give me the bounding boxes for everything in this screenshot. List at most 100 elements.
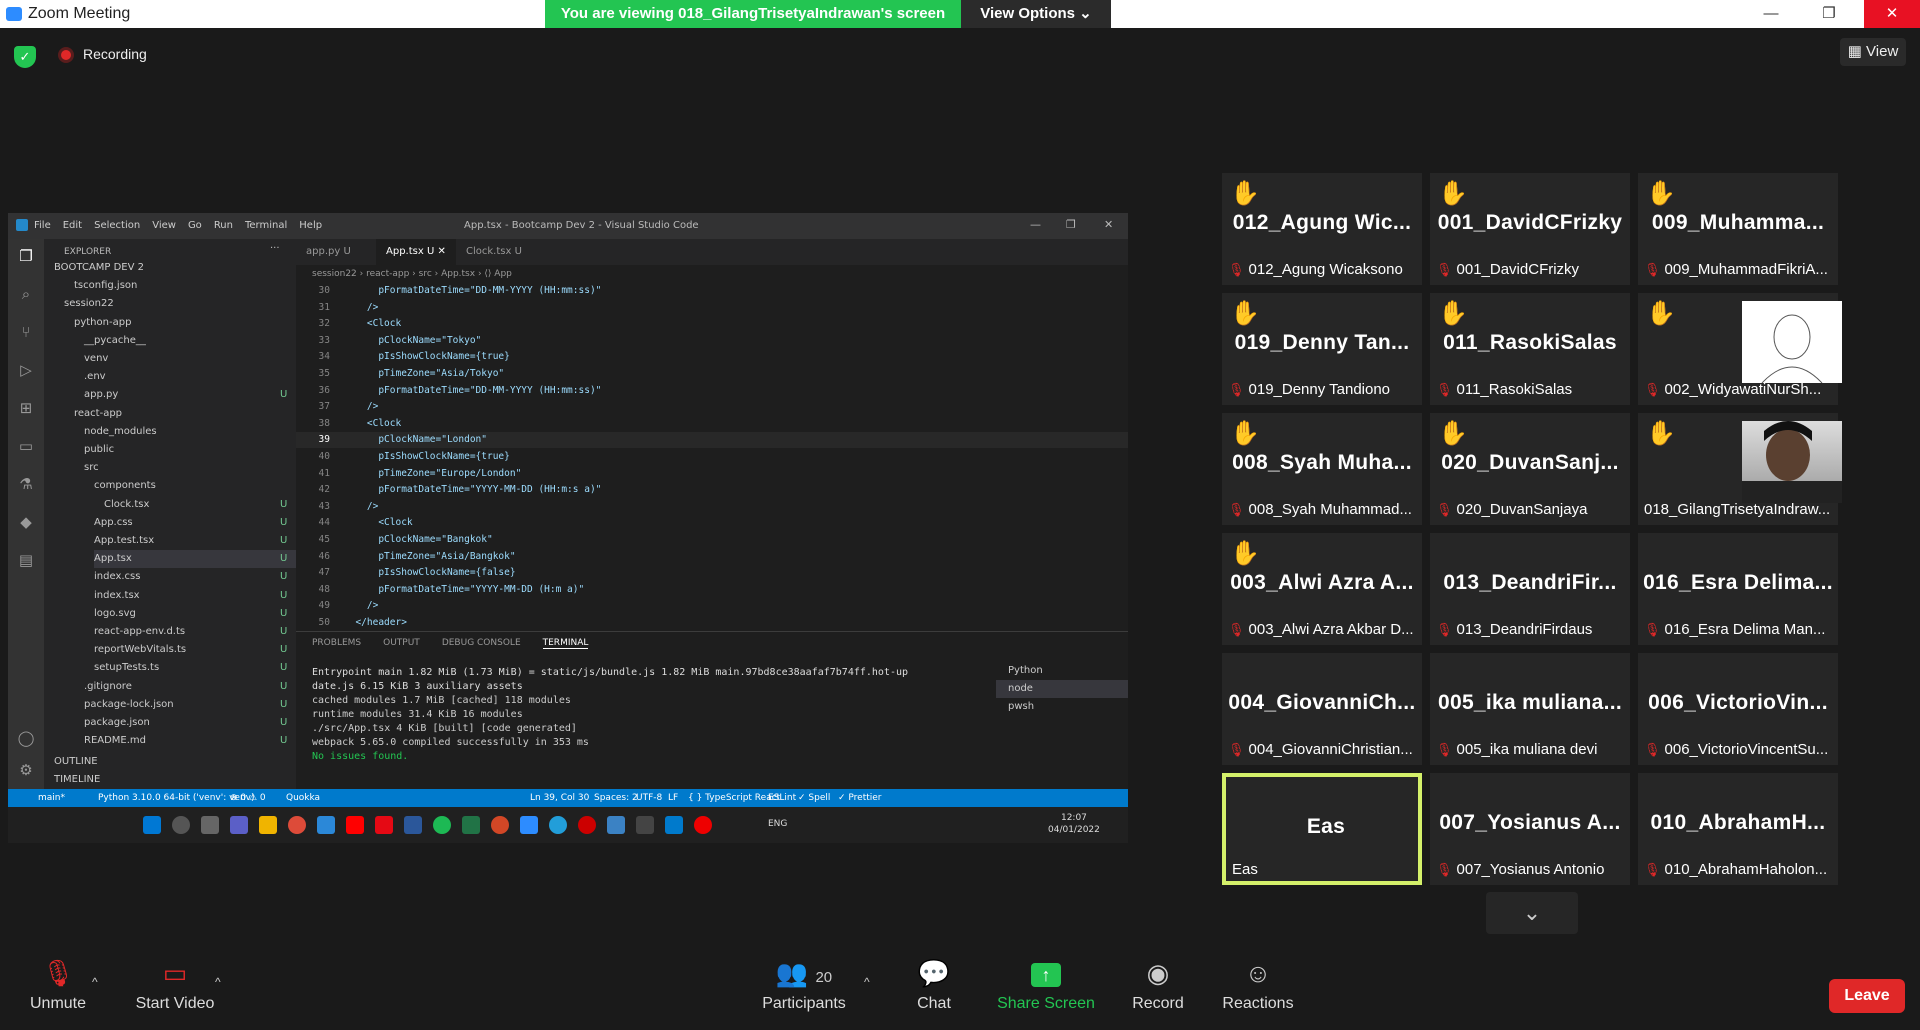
tab-app-tsx[interactable]: App.tsx U ✕ — [376, 239, 456, 265]
panel-tab: OUTPUT — [383, 638, 420, 648]
tab-app-py[interactable]: app.py U — [296, 239, 376, 265]
participant-tile[interactable]: ✋ 008_Syah Muha... 🎙 008_Syah Muhammad... — [1222, 413, 1422, 525]
explorer-item: index.tsx U — [94, 587, 287, 605]
vscode-menu-item: Run — [213, 220, 233, 231]
tray-language: ENG — [768, 819, 788, 829]
recording-label: Recording — [83, 46, 147, 62]
participant-tile[interactable]: 013_DeandriFir... 🎙 013_DeandriFirdaus — [1430, 533, 1630, 645]
status-spaces[interactable]: Spaces: 2 — [594, 789, 638, 807]
code-text: pFormatDateTime="DD-MM-YYYY (HH:mm:ss)" — [344, 285, 602, 296]
status-position[interactable]: Ln 39, Col 30 — [530, 789, 589, 807]
participant-name-label: 🎙 003_Alwi Azra Akbar D... — [1228, 621, 1418, 638]
remote-icon: ▭ — [18, 437, 34, 455]
explorer-item-label: react-app — [74, 407, 123, 419]
view-button[interactable]: ▦ View — [1840, 38, 1906, 66]
code-text: pFormatDateTime="DD-MM-YYYY (HH:mm:ss)" — [344, 384, 602, 396]
muted-mic-icon: 🎙 — [1228, 262, 1245, 277]
participant-tile[interactable]: 004_GiovanniCh... 🎙 004_GiovanniChristian.… — [1222, 653, 1422, 765]
status-language[interactable]: { } TypeScript React — [688, 789, 780, 807]
video-options-chevron-icon[interactable]: ^ — [215, 975, 221, 989]
status-eol[interactable]: LF — [668, 789, 678, 807]
minimize-button[interactable]: — — [1748, 0, 1794, 28]
code-line: 45 pClockName="Bangkok" — [296, 532, 1128, 548]
audio-options-chevron-icon[interactable]: ^ — [92, 975, 98, 989]
terminal-line: No issues found. — [312, 751, 409, 762]
status-problems[interactable]: ⊗ 0 ⚠ 0 — [230, 789, 266, 807]
explorer-item: python-app — [74, 314, 131, 332]
zoom-taskbar-icon — [520, 816, 538, 834]
participant-name-label: Eas — [1232, 861, 1422, 878]
participant-name-label: 🎙 020_DuvanSanjaya — [1436, 501, 1626, 518]
muted-mic-icon: 🎙 — [1228, 622, 1245, 637]
share-screen-button[interactable]: ↑ Share Screen — [996, 955, 1096, 1013]
participant-name-label: 🎙 011_RasokiSalas — [1436, 381, 1626, 398]
participant-display-name: 013_DeandriFir... — [1443, 571, 1617, 594]
explorer-item: App.css U — [94, 514, 287, 532]
participant-tile[interactable]: 010_AbrahamH... 🎙 010_AbrahamHaholon... — [1638, 773, 1838, 885]
editor-area: app.py U App.tsx U ✕ Clock.tsx U session… — [296, 239, 1128, 628]
participants-button[interactable]: 👥 20 Participants — [756, 955, 852, 1013]
status-prettier[interactable]: ✓ Prettier — [838, 789, 882, 807]
settings-gear-icon: ⚙ — [19, 761, 33, 779]
restore-button[interactable]: ❐ — [1806, 0, 1852, 28]
participant-tile[interactable]: ✋ 🎙 002_WidyawatiNurSh... — [1638, 293, 1842, 405]
reactions-button[interactable]: ☺ Reactions — [1218, 955, 1298, 1013]
leave-button[interactable]: Leave — [1829, 979, 1905, 1013]
code-line: 36 pFormatDateTime="DD-MM-YYYY (HH:mm:ss… — [296, 383, 1128, 399]
explorer-item-label: venv — [84, 353, 109, 364]
participant-tile[interactable]: ✋ 009_Muhamma... 🎙 009_MuhammadFikriA... — [1638, 173, 1838, 285]
tab-clock-tsx[interactable]: Clock.tsx U — [456, 239, 536, 265]
explorer-item-label: index.tsx — [94, 589, 140, 601]
participant-tile[interactable]: ✋ 020_DuvanSanj... 🎙 020_DuvanSanjaya — [1430, 413, 1630, 525]
muted-mic-icon: 🎙 — [1644, 742, 1661, 757]
code-text: /> — [344, 500, 379, 512]
participant-tile[interactable]: ✋ 018_GilangTrisetyaIndraw... — [1638, 413, 1842, 525]
view-options-button[interactable]: View Options ⌄ — [961, 0, 1111, 28]
status-eslint[interactable]: ESLint — [768, 789, 796, 807]
participant-name-label: 🎙 012_Agung Wicaksono — [1228, 261, 1418, 278]
vscode-taskbar-icon — [665, 816, 683, 834]
participant-tile[interactable]: 006_VictorioVin... 🎙 006_VictorioVincentSu… — [1638, 653, 1838, 765]
start-video-button[interactable]: ▭ Start Video — [130, 955, 220, 1013]
participant-name-label: 018_GilangTrisetyaIndraw... — [1644, 501, 1834, 518]
vscode-menu-item: Selection — [94, 220, 141, 231]
code-line: 42 pFormatDateTime="YYYY-MM-DD (HH:m:s a… — [296, 482, 1128, 498]
git-status-badge: U — [280, 626, 288, 637]
participant-name-label: 🎙 008_Syah Muhammad... — [1228, 501, 1418, 518]
participant-tile[interactable]: 005_ika muliana... 🎙 005_ika muliana devi — [1430, 653, 1630, 765]
status-encoding[interactable]: UTF-8 — [636, 789, 662, 807]
participant-name: 011_RasokiSalas — [1456, 381, 1573, 398]
participant-tile[interactable]: 016_Esra Delima... 🎙 016_Esra Delima Man..… — [1638, 533, 1838, 645]
participant-name-label: 🎙 004_GiovanniChristian... — [1228, 741, 1418, 758]
participant-tile[interactable]: ✋ 001_DavidCFrizky 🎙 001_DavidCFrizky — [1430, 173, 1630, 285]
git-status-badge: U — [280, 698, 288, 710]
status-spell[interactable]: ✓ Spell — [798, 789, 830, 807]
status-quokka[interactable]: Quokka — [286, 789, 320, 807]
unmute-button[interactable]: 🎙 Unmute — [20, 955, 96, 1013]
start-icon — [143, 816, 161, 834]
security-shield-icon[interactable]: ✓ — [14, 46, 36, 68]
record-button[interactable]: ◉ Record — [1128, 955, 1188, 1013]
participant-name-label: 🎙 016_Esra Delima Man... — [1644, 621, 1834, 638]
participant-tile[interactable]: ✋ 003_Alwi Azra A... 🎙 003_Alwi Azra Akbar … — [1222, 533, 1422, 645]
participant-tile[interactable]: ✋ 011_RasokiSalas 🎙 011_RasokiSalas — [1430, 293, 1630, 405]
chat-button[interactable]: 💬 Chat — [906, 955, 962, 1013]
participant-tile[interactable]: Eas Eas — [1222, 773, 1422, 885]
close-button[interactable]: ✕ — [1864, 0, 1920, 28]
terminal-output[interactable]: Entrypoint main 1.82 MiB (1.73 MiB) = st… — [312, 666, 972, 764]
participant-name: 010_AbrahamHaholon... — [1664, 861, 1828, 878]
git-status-badge: U — [280, 389, 288, 401]
explorer-item: package.json U — [84, 714, 287, 732]
participant-display-name: 008_Syah Muha... — [1232, 451, 1412, 474]
participants-options-chevron-icon[interactable]: ^ — [864, 975, 870, 989]
participant-tile[interactable]: ✋ 012_Agung Wic... 🎙 012_Agung Wicaksono — [1222, 173, 1422, 285]
participant-name: 006_VictorioVincentSu... — [1664, 741, 1829, 758]
explorer-item: App.tsx U — [94, 550, 296, 569]
chrome-icon — [288, 816, 306, 834]
code-line: 41 pTimeZone="Europe/London" — [296, 466, 1128, 482]
explorer-item-label: App.test.tsx — [94, 535, 155, 546]
participant-tile[interactable]: ✋ 019_Denny Tan... 🎙 019_Denny Tandiono — [1222, 293, 1422, 405]
next-page-chevron-icon[interactable]: ⌄ — [1486, 892, 1578, 934]
participant-tile[interactable]: 007_Yosianus A... 🎙 007_Yosianus Antonio — [1430, 773, 1630, 885]
status-branch[interactable]: main* — [38, 789, 65, 807]
